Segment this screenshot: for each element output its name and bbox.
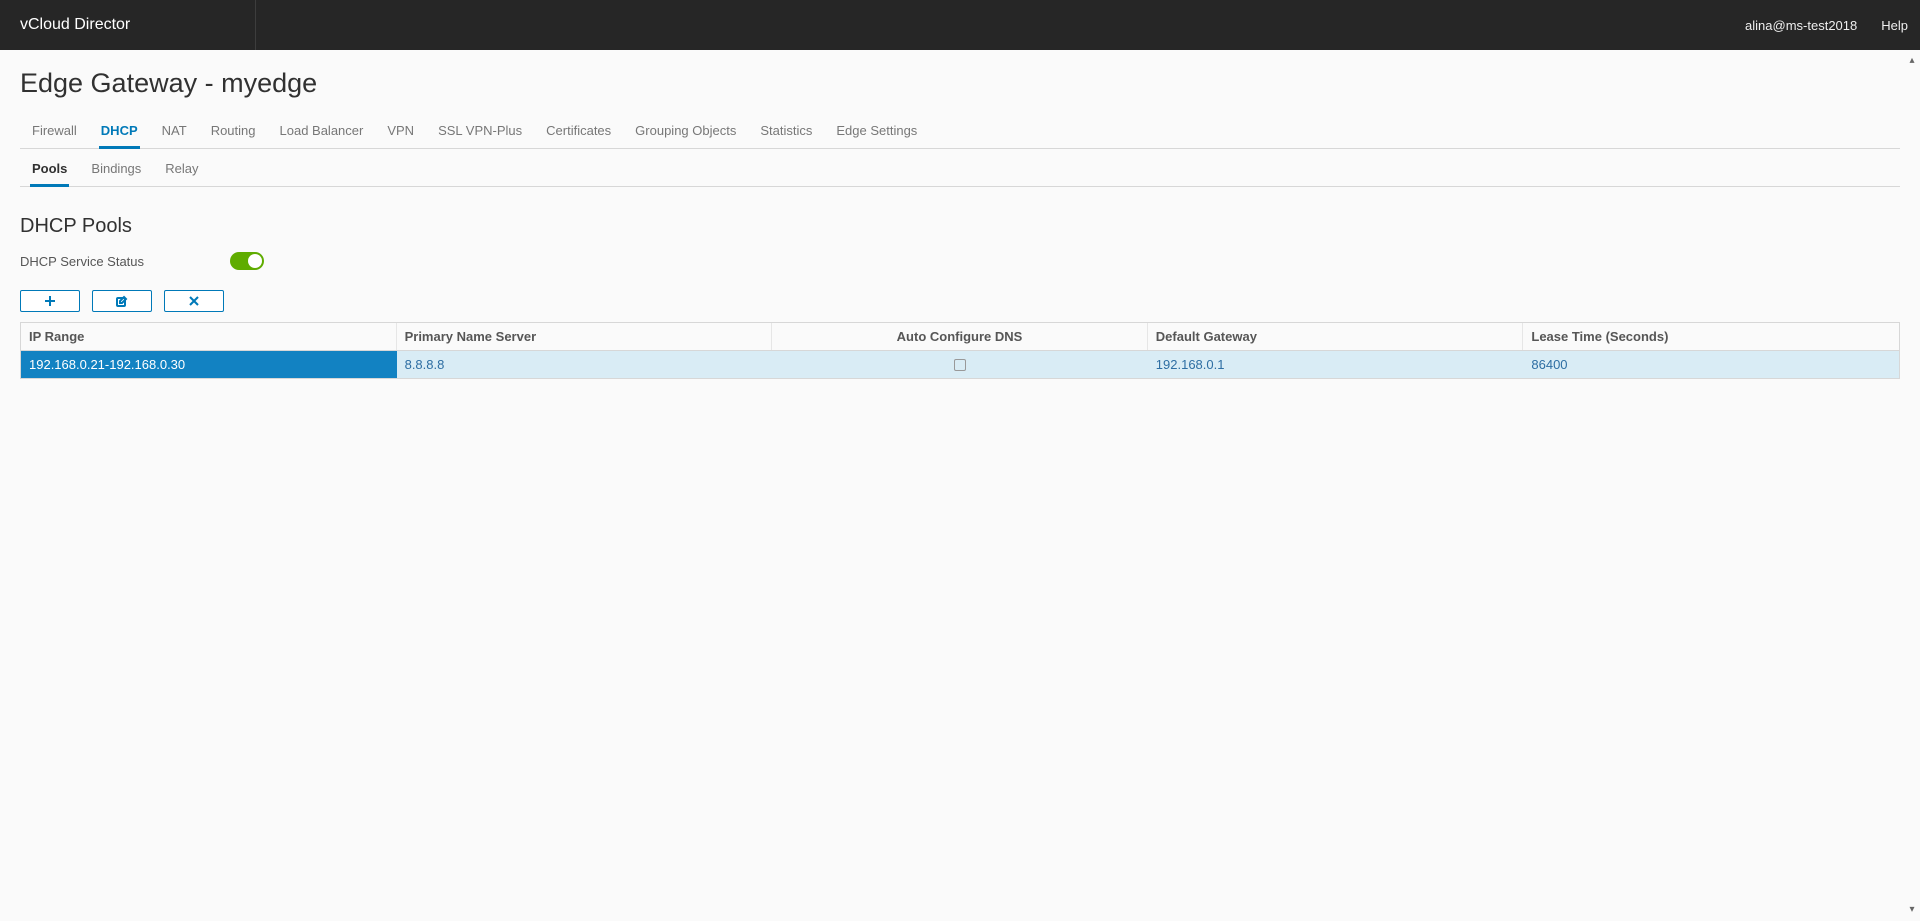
tabs-sub: Pools Bindings Relay	[20, 155, 1900, 187]
help-label: Help	[1881, 18, 1908, 33]
button-bar	[20, 290, 1900, 312]
section-title: DHCP Pools	[20, 215, 1900, 238]
header-ip-range[interactable]: IP Range	[21, 323, 397, 350]
table-header: IP Range Primary Name Server Auto Config…	[21, 323, 1899, 351]
page-title: Edge Gateway - myedge	[20, 68, 1900, 99]
topbar: vCloud Director alina@ms-test2018 Help	[0, 0, 1920, 50]
header-primary-name-server[interactable]: Primary Name Server	[397, 323, 773, 350]
cell-primary-name-server: 8.8.8.8	[397, 351, 773, 378]
header-default-gateway[interactable]: Default Gateway	[1148, 323, 1524, 350]
subtab-bindings[interactable]: Bindings	[79, 155, 153, 186]
user-label: alina@ms-test2018	[1745, 18, 1857, 33]
tab-edge-settings[interactable]: Edge Settings	[824, 117, 929, 148]
header-auto-configure-dns[interactable]: Auto Configure DNS	[772, 323, 1148, 350]
delete-icon	[188, 295, 200, 307]
edit-icon	[116, 295, 128, 307]
plus-icon	[44, 295, 56, 307]
tab-load-balancer[interactable]: Load Balancer	[268, 117, 376, 148]
dhcp-status-row: DHCP Service Status	[20, 252, 1900, 270]
delete-button[interactable]	[164, 290, 224, 312]
tab-vpn[interactable]: VPN	[375, 117, 426, 148]
toggle-knob	[248, 254, 262, 268]
user-menu[interactable]: alina@ms-test2018	[1733, 0, 1869, 50]
tabs-primary: Firewall DHCP NAT Routing Load Balancer …	[20, 117, 1900, 149]
tab-routing[interactable]: Routing	[199, 117, 268, 148]
cell-ip-range: 192.168.0.21-192.168.0.30	[21, 351, 397, 378]
dhcp-status-label: DHCP Service Status	[20, 254, 150, 269]
product-name: vCloud Director	[20, 16, 130, 34]
dhcp-status-toggle[interactable]	[230, 252, 264, 270]
scrollbar[interactable]: ▴ ▾	[1904, 50, 1920, 921]
arrow-down-icon: ▾	[1909, 905, 1914, 915]
tab-nat[interactable]: NAT	[150, 117, 199, 148]
dhcp-pools-table: IP Range Primary Name Server Auto Config…	[20, 322, 1900, 379]
cell-auto-configure-dns	[772, 351, 1148, 378]
subtab-relay[interactable]: Relay	[153, 155, 210, 186]
brand: vCloud Director	[0, 0, 255, 50]
tab-grouping-objects[interactable]: Grouping Objects	[623, 117, 748, 148]
tab-statistics[interactable]: Statistics	[748, 117, 824, 148]
help-link[interactable]: Help	[1869, 0, 1920, 50]
arrow-up-icon: ▴	[1909, 56, 1914, 66]
checkbox-unchecked-icon	[954, 359, 966, 371]
cell-default-gateway: 192.168.0.1	[1148, 351, 1524, 378]
tab-dhcp[interactable]: DHCP	[89, 117, 150, 148]
table-row[interactable]: 192.168.0.21-192.168.0.30 8.8.8.8 192.16…	[21, 351, 1899, 378]
tab-ssl-vpn-plus[interactable]: SSL VPN-Plus	[426, 117, 534, 148]
edit-button[interactable]	[92, 290, 152, 312]
subtab-pools[interactable]: Pools	[20, 155, 79, 186]
cell-lease-time: 86400	[1523, 351, 1899, 378]
header-lease-time[interactable]: Lease Time (Seconds)	[1523, 323, 1899, 350]
tab-firewall[interactable]: Firewall	[20, 117, 89, 148]
tab-certificates[interactable]: Certificates	[534, 117, 623, 148]
main-content: Edge Gateway - myedge Firewall DHCP NAT …	[0, 50, 1920, 921]
add-button[interactable]	[20, 290, 80, 312]
